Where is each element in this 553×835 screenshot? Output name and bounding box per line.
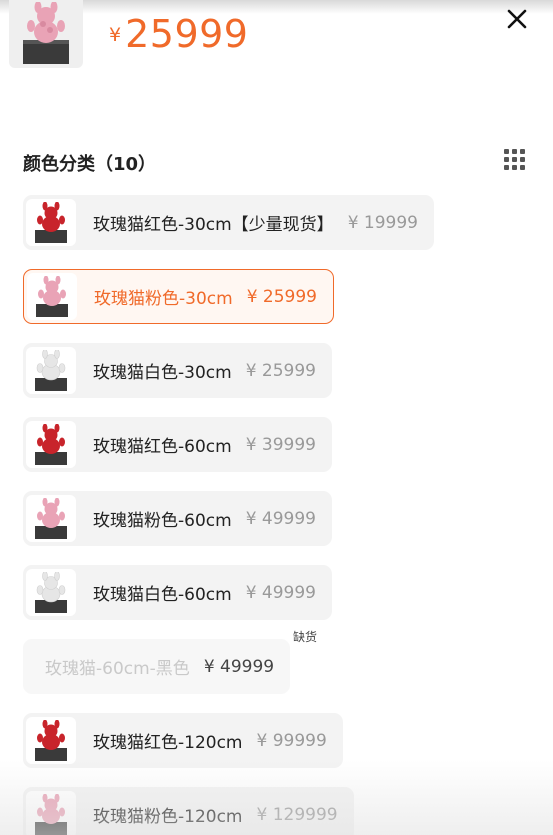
option-thumbnail <box>27 273 77 320</box>
option-red-120cm[interactable]: 玫瑰猫红色-120cm ¥ 99999 <box>23 713 343 768</box>
color-category-title: 颜色分类（10） <box>23 154 157 175</box>
option-name: 玫瑰猫粉色-30cm <box>94 289 233 309</box>
option-thumbnail <box>26 569 76 616</box>
option-name: 玫瑰猫粉色-120cm <box>93 807 243 827</box>
current-price: ¥25999 <box>109 12 248 56</box>
option-price: ¥ 49999 <box>245 508 316 529</box>
option-price: ¥ 129999 <box>256 804 338 825</box>
option-red-60cm[interactable]: 玫瑰猫红色-60cm ¥ 39999 <box>23 417 332 472</box>
option-price: ¥ 39999 <box>245 434 316 455</box>
price-value: 25999 <box>125 12 249 56</box>
rose-cat-pink-icon <box>23 2 69 64</box>
rose-cat-red-icon <box>35 202 67 243</box>
rose-cat-white-icon <box>35 350 67 391</box>
option-thumbnail <box>26 791 76 835</box>
option-pink-30cm[interactable]: 玫瑰猫粉色-30cm ¥ 25999 <box>23 269 334 324</box>
option-thumbnail <box>26 421 76 468</box>
rose-cat-pink-icon <box>35 498 67 539</box>
selected-product-thumbnail <box>9 0 83 68</box>
option-thumbnail <box>26 347 76 394</box>
option-name: 玫瑰猫白色-30cm <box>93 363 232 383</box>
rose-cat-white-icon <box>35 572 67 613</box>
option-price: ¥ 99999 <box>256 730 327 751</box>
out-of-stock-badge: 缺货 <box>293 630 318 644</box>
close-button[interactable] <box>503 5 531 33</box>
rose-cat-red-icon <box>35 720 67 761</box>
option-thumbnail <box>26 717 76 764</box>
rose-cat-red-icon <box>35 424 67 465</box>
option-name: 玫瑰猫粉色-60cm <box>93 511 232 531</box>
grid-view-button[interactable] <box>503 148 526 171</box>
option-name: 玫瑰猫红色-120cm <box>93 733 243 753</box>
option-price: ¥ 49999 <box>203 656 275 677</box>
option-pink-120cm[interactable]: 玫瑰猫粉色-120cm ¥ 129999 <box>23 787 354 835</box>
currency-symbol: ¥ <box>109 24 122 46</box>
option-price: ¥ 25999 <box>246 286 317 307</box>
option-name: 玫瑰猫白色-60cm <box>93 585 232 605</box>
grid-view-icon <box>504 149 525 170</box>
option-pink-60cm[interactable]: 玫瑰猫粉色-60cm ¥ 49999 <box>23 491 332 546</box>
sku-header: ¥25999 <box>0 0 553 80</box>
option-price: ¥ 25999 <box>245 360 316 381</box>
option-thumbnail <box>26 495 76 542</box>
option-red-30cm[interactable]: 玫瑰猫红色-30cm【少量现货】 ¥ 19999 <box>23 195 434 250</box>
option-white-60cm[interactable]: 玫瑰猫白色-60cm ¥ 49999 <box>23 565 332 620</box>
option-white-30cm[interactable]: 玫瑰猫白色-30cm ¥ 25999 <box>23 343 332 398</box>
option-thumbnail <box>26 199 76 246</box>
close-icon <box>507 9 527 29</box>
rose-cat-pink-icon <box>35 794 67 835</box>
option-price: ¥ 49999 <box>245 582 316 603</box>
option-name: 玫瑰猫红色-30cm【少量现货】 <box>93 215 334 235</box>
option-black-60cm[interactable]: 玫瑰猫-60cm-黑色 ¥ 49999 <box>23 639 291 694</box>
option-name: 玫瑰猫红色-60cm <box>93 437 232 457</box>
option-name: 玫瑰猫-60cm-黑色 <box>45 659 190 679</box>
option-price: ¥ 19999 <box>347 212 418 233</box>
rose-cat-pink-icon <box>36 276 68 317</box>
